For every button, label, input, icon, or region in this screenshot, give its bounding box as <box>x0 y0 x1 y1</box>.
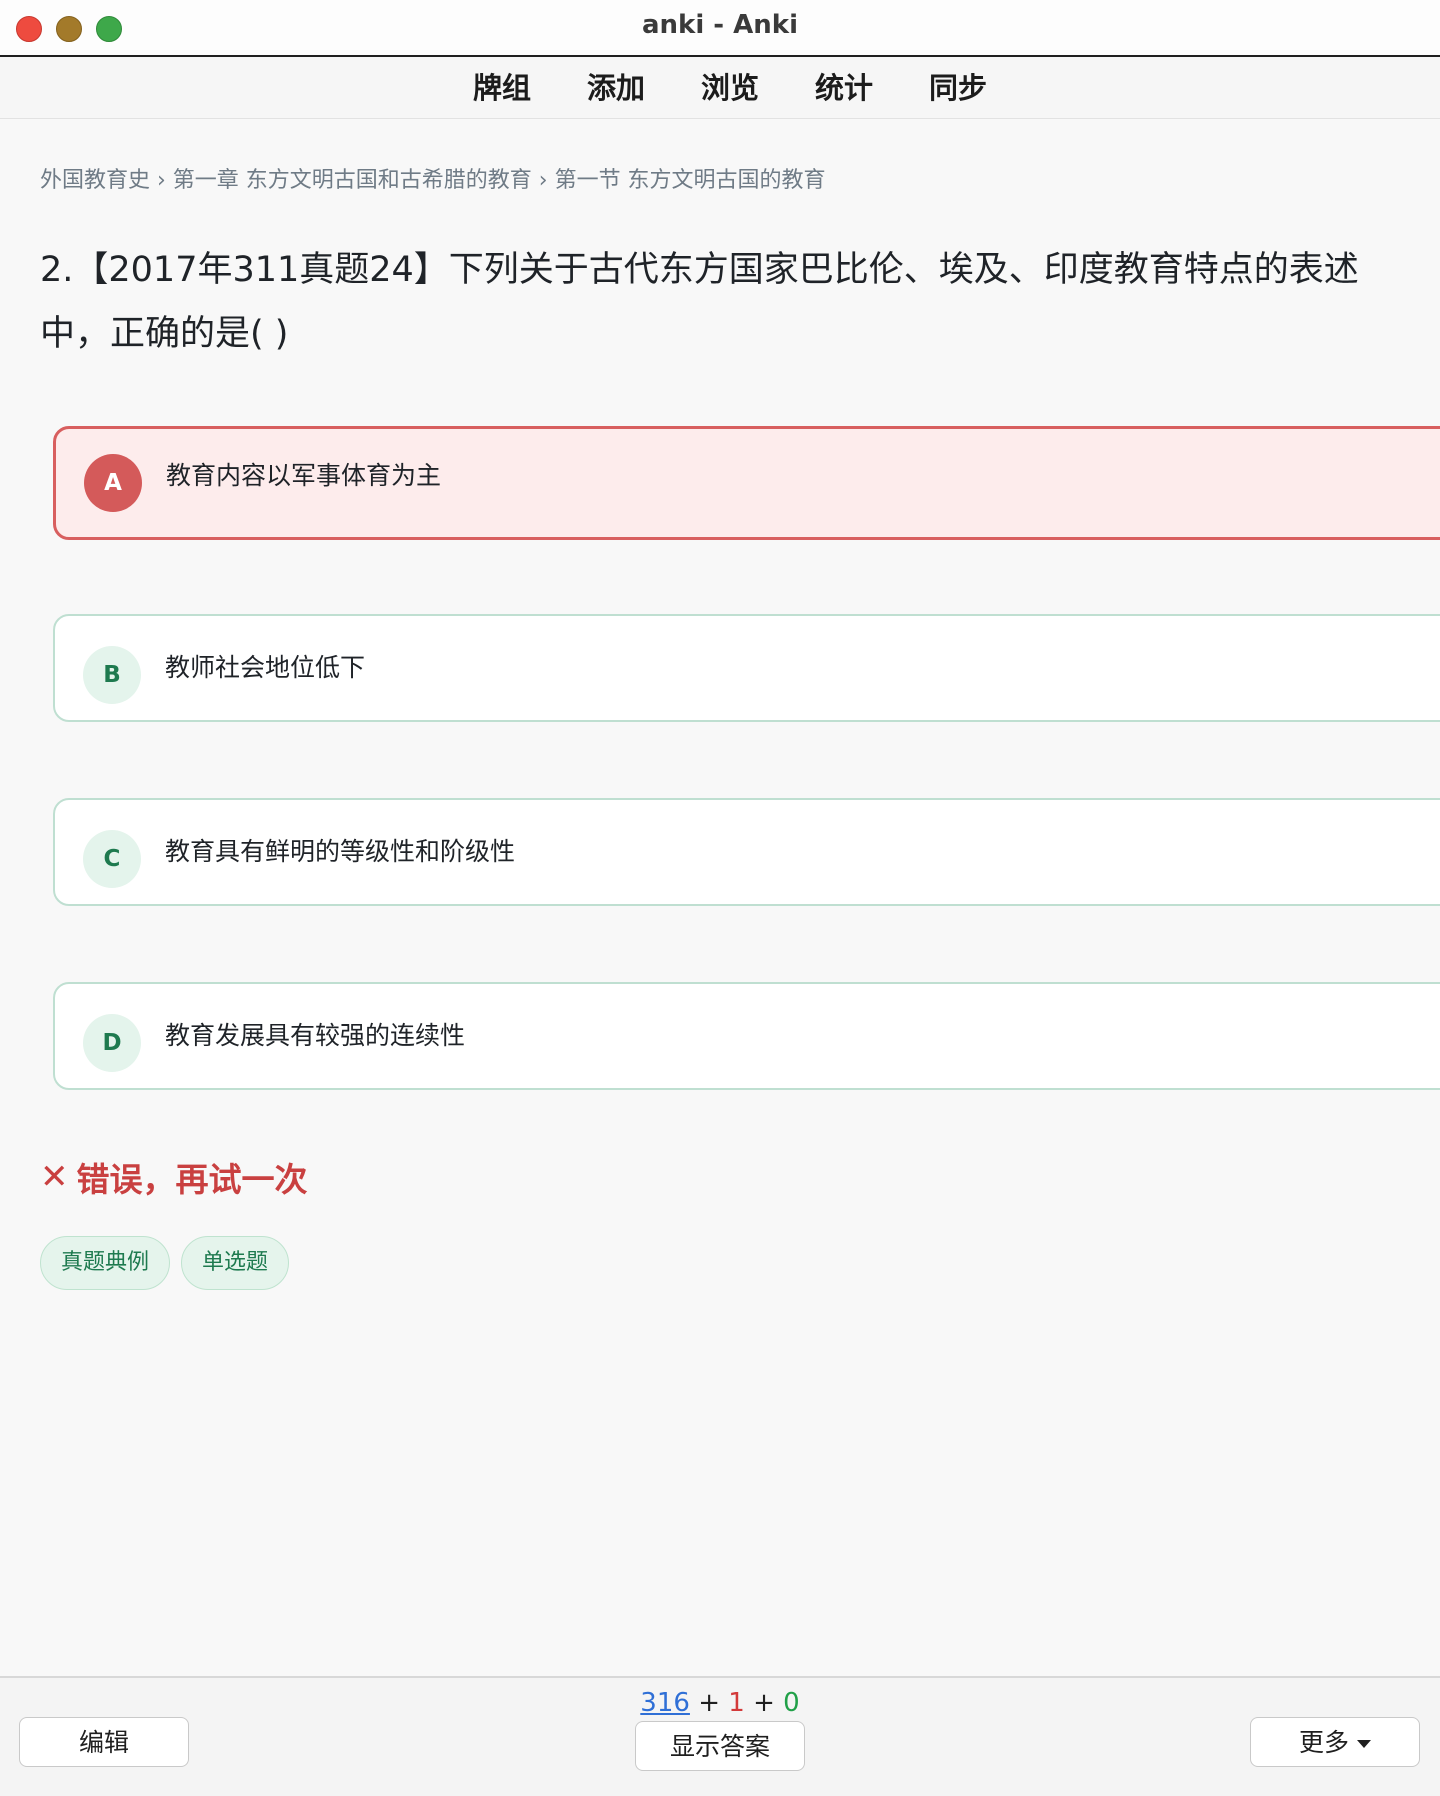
option-d[interactable]: D 教育发展具有较强的连续性 <box>53 982 1440 1090</box>
anki-window: anki - Anki 牌组 添加 浏览 统计 同步 外国教育史 › 第一章 东… <box>0 0 1440 1796</box>
learn-count: 1 <box>728 1688 745 1718</box>
nav-decks[interactable]: 牌组 <box>473 57 531 118</box>
question-text: 2.【2017年311真题24】下列关于古代东方国家巴比伦、埃及、印度教育特点的… <box>40 250 1359 354</box>
chevron-down-icon <box>1357 1740 1371 1748</box>
option-c-text: 教育具有鲜明的等级性和阶级性 <box>165 837 516 866</box>
nav-add[interactable]: 添加 <box>587 57 645 118</box>
review-count: 0 <box>783 1688 800 1718</box>
nav-browse[interactable]: 浏览 <box>701 57 759 118</box>
tag-chip[interactable]: 单选题 <box>181 1236 290 1290</box>
feedback-text: 错误，再试一次 <box>76 1160 308 1199</box>
more-label: 更多 <box>1298 1728 1349 1757</box>
bottom-bar: 316 + 1 + 0 编辑 显示答案 更多 <box>0 1676 1440 1796</box>
option-c-badge: C <box>83 830 141 888</box>
option-a-text: 教育内容以军事体育为主 <box>166 461 442 490</box>
option-a[interactable]: A 教育内容以军事体育为主 <box>53 426 1440 540</box>
due-counts: 316 + 1 + 0 <box>0 1688 1440 1718</box>
close-icon: ✕ <box>40 1157 69 1197</box>
option-d-badge: D <box>83 1014 141 1072</box>
top-nav: 牌组 添加 浏览 统计 同步 <box>0 57 1440 119</box>
nav-sync[interactable]: 同步 <box>929 57 987 118</box>
more-button[interactable]: 更多 <box>1250 1717 1420 1767</box>
tag-chip[interactable]: 真题典例 <box>40 1236 171 1290</box>
edit-button[interactable]: 编辑 <box>19 1717 189 1767</box>
option-d-text: 教育发展具有较强的连续性 <box>165 1021 466 1050</box>
option-b-badge: B <box>83 646 141 704</box>
window-title: anki - Anki <box>642 10 798 40</box>
option-c[interactable]: C 教育具有鲜明的等级性和阶级性 <box>53 798 1440 906</box>
tag-list: 真题典例 单选题 <box>40 1236 290 1290</box>
plus-sign: + <box>753 1688 775 1718</box>
new-count[interactable]: 316 <box>640 1688 690 1718</box>
plus-sign: + <box>698 1688 720 1718</box>
breadcrumb: 外国教育史 › 第一章 东方文明古国和古希腊的教育 › 第一节 东方文明古国的教… <box>40 168 826 193</box>
card-content: 外国教育史 › 第一章 东方文明古国和古希腊的教育 › 第一节 东方文明古国的教… <box>0 120 1440 1675</box>
nav-stats[interactable]: 统计 <box>815 57 873 118</box>
show-answer-button[interactable]: 显示答案 <box>635 1721 805 1771</box>
answer-feedback: ✕ 错误，再试一次 <box>40 1153 308 1201</box>
option-b[interactable]: B 教师社会地位低下 <box>53 614 1440 722</box>
title-bar: anki - Anki <box>0 0 1440 57</box>
option-a-badge: A <box>84 454 142 512</box>
option-b-text: 教师社会地位低下 <box>165 653 366 682</box>
